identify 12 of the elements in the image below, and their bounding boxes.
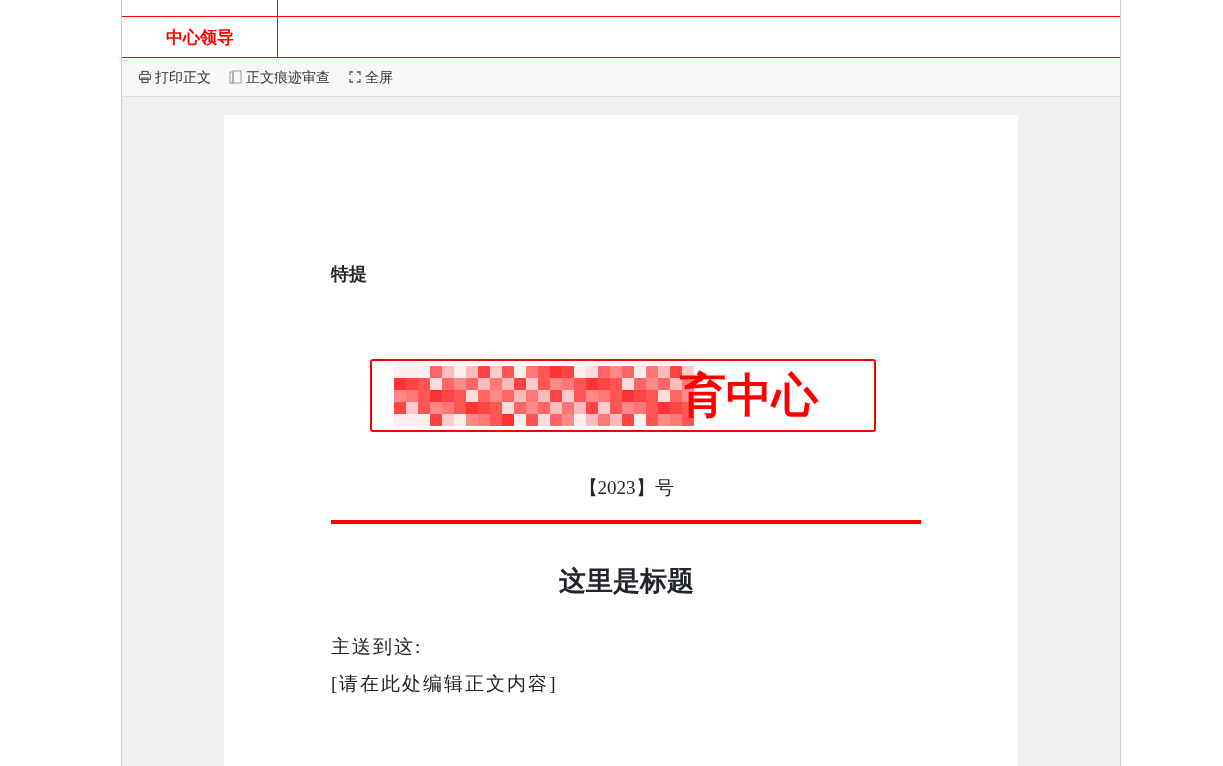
toolbar-button[interactable]: 打印正文: [138, 66, 211, 88]
urgency-label: 特提: [331, 262, 368, 286]
recipient-text: 主送到这:: [331, 635, 424, 659]
toolbar-button[interactable]: 全屏: [348, 66, 393, 88]
header-text: 育中心: [680, 372, 818, 419]
printer-icon: [138, 70, 152, 84]
toolbar-button[interactable]: 正文痕迹审查: [229, 66, 330, 88]
document-number: 【2023】号: [577, 476, 675, 500]
fullscreen-icon: [348, 70, 362, 84]
document-title: 这里是标题: [557, 564, 695, 598]
pages-icon: [229, 70, 243, 84]
body-text: [请在此处编辑正文内容]: [331, 671, 559, 696]
